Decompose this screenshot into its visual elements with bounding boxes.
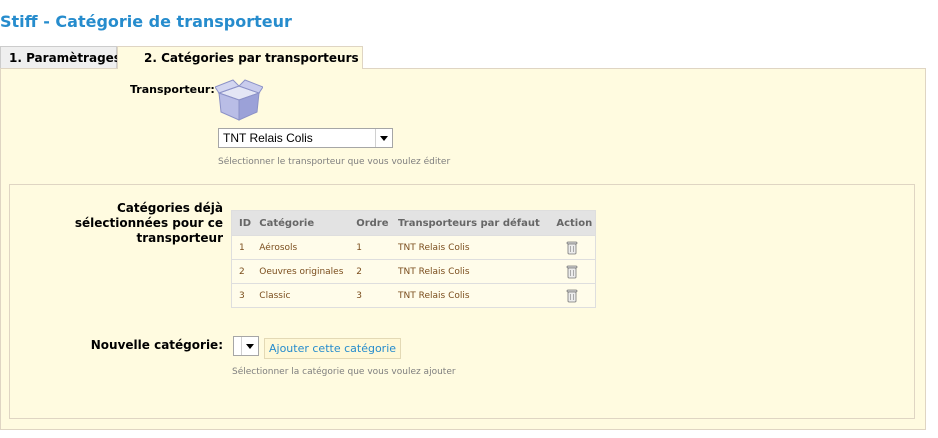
cell-order: 1 bbox=[349, 235, 392, 260]
column-header-action: Action bbox=[549, 210, 596, 236]
new-category-select[interactable] bbox=[233, 336, 259, 356]
new-category-hint: Sélectionner la catégorie que vous voule… bbox=[232, 367, 456, 377]
cell-order: 3 bbox=[349, 283, 392, 308]
carrier-hint: Sélectionner le transporteur que vous vo… bbox=[218, 157, 451, 167]
cell-action bbox=[549, 259, 596, 284]
cell-order: 2 bbox=[349, 259, 392, 284]
chevron-down-icon[interactable] bbox=[241, 337, 258, 355]
page-title: Stiff - Catégorie de transporteur bbox=[0, 12, 292, 31]
cell-default-carrier: TNT Relais Colis bbox=[391, 235, 550, 260]
table-row: 1 Aérosols 1 TNT Relais Colis bbox=[231, 235, 596, 260]
column-header-category: Catégorie bbox=[252, 210, 350, 236]
categories-table: ID Catégorie Ordre Transporteurs par déf… bbox=[231, 210, 596, 308]
table-row: 2 Oeuvres originales 2 TNT Relais Colis bbox=[231, 259, 596, 284]
cell-category: Classic bbox=[252, 283, 350, 308]
tab-categories-par-transporteurs[interactable]: 2. Catégories par transporteurs bbox=[117, 46, 363, 69]
table-header-row: ID Catégorie Ordre Transporteurs par déf… bbox=[231, 210, 596, 236]
box-icon bbox=[215, 79, 263, 121]
cell-default-carrier: TNT Relais Colis bbox=[391, 283, 550, 308]
carrier-label: Transporteur: bbox=[130, 83, 215, 96]
table-row: 3 Classic 3 TNT Relais Colis bbox=[231, 283, 596, 308]
column-header-id: ID bbox=[231, 210, 253, 236]
new-category-label: Nouvelle catégorie: bbox=[90, 338, 223, 352]
cell-action bbox=[549, 283, 596, 308]
tab-parametrages[interactable]: 1. Paramètrages bbox=[0, 46, 121, 68]
trash-icon[interactable] bbox=[566, 241, 578, 255]
chevron-down-icon[interactable] bbox=[375, 129, 392, 147]
column-header-order: Ordre bbox=[349, 210, 392, 236]
cell-category: Oeuvres originales bbox=[252, 259, 350, 284]
column-header-default-carriers: Transporteurs par défaut bbox=[391, 210, 550, 236]
cell-id: 2 bbox=[231, 259, 253, 284]
add-category-button[interactable]: Ajouter cette catégorie bbox=[264, 338, 402, 359]
trash-icon[interactable] bbox=[566, 265, 578, 279]
trash-icon[interactable] bbox=[566, 289, 578, 303]
cell-action bbox=[549, 235, 596, 260]
carrier-select[interactable]: TNT Relais Colis bbox=[218, 128, 393, 148]
cell-default-carrier: TNT Relais Colis bbox=[391, 259, 550, 284]
cell-id: 1 bbox=[231, 235, 253, 260]
carrier-select-value: TNT Relais Colis bbox=[223, 131, 313, 145]
cell-category: Aérosols bbox=[252, 235, 350, 260]
selected-categories-label: Catégories déjà sélectionnées pour ce tr… bbox=[74, 201, 223, 245]
cell-id: 3 bbox=[231, 283, 253, 308]
